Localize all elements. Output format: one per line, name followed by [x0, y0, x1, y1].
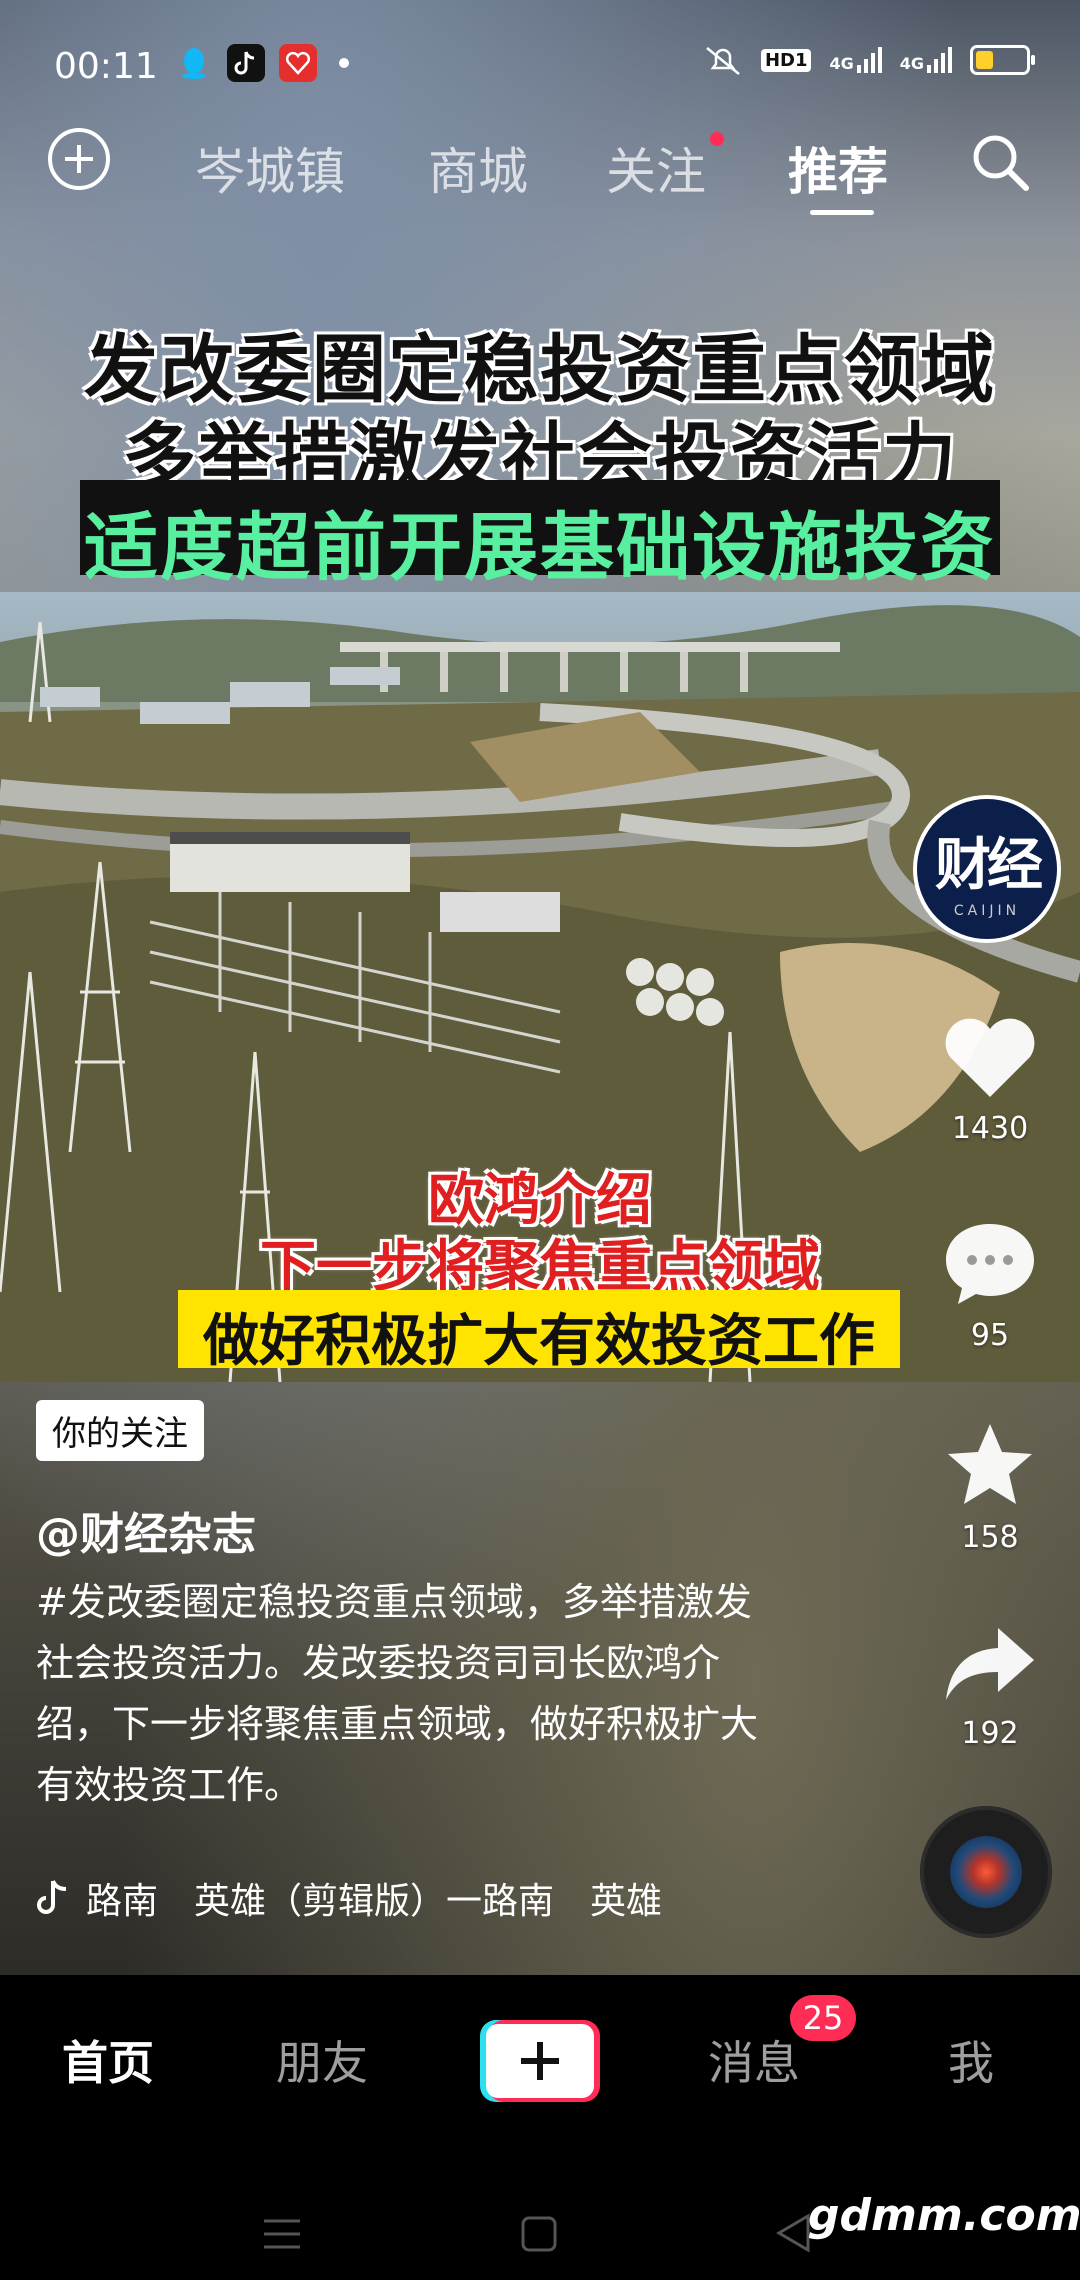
caption-line-3-box: 做好积极扩大有效投资工作 — [178, 1290, 900, 1374]
top-navigation: 岑城镇 商城 关注 推荐 — [0, 120, 1080, 230]
home-square-icon[interactable] — [520, 2215, 558, 2253]
author-name[interactable]: @财经杂志 — [36, 1498, 256, 1562]
nav-friends[interactable]: 朋友 — [276, 2027, 368, 2093]
music-title: 路南 英雄（剪辑版）一路南 英雄 — [86, 1881, 663, 1922]
caption-line-3: 做好积极扩大有效投资工作 — [203, 1309, 875, 1374]
signal-2-icon: 4G — [900, 47, 952, 73]
favorite-button[interactable]: 158 — [930, 1420, 1050, 1555]
follow-tag: 你的关注 — [36, 1400, 204, 1461]
status-bar: 00:11 HD1 4G 4G — [0, 0, 1080, 130]
tab-recommended[interactable]: 推荐 — [788, 132, 888, 204]
like-button[interactable]: 1430 — [930, 1015, 1050, 1146]
music-note-icon — [37, 1880, 67, 1914]
heart-icon — [945, 1018, 1035, 1097]
star-icon — [948, 1424, 1032, 1504]
status-time: 00:11 — [54, 46, 158, 87]
battery-level — [976, 51, 993, 69]
nav-messages[interactable]: 消息 — [708, 2027, 800, 2093]
share-button[interactable]: 192 — [930, 1620, 1050, 1751]
favorite-count: 158 — [961, 1520, 1019, 1555]
search-icon[interactable] — [968, 130, 1032, 194]
tab-mall[interactable]: 商城 — [428, 132, 528, 204]
hd-badge: HD1 — [760, 48, 812, 72]
share-count: 192 — [961, 1716, 1019, 1751]
tab-cencheng[interactable]: 岑城镇 — [195, 132, 345, 204]
active-tab-indicator — [810, 210, 874, 215]
menu-icon[interactable] — [262, 2217, 302, 2251]
music-info[interactable]: 路南 英雄（剪辑版）一路南 英雄 — [36, 1872, 662, 1924]
douyin-app-icon — [227, 44, 265, 82]
qq-icon — [175, 44, 213, 82]
video-headline-area: 发改委圈定稳投资重点领域 多举措激发社会投资活力 适度超前开展基础设施投资 — [0, 280, 1080, 591]
nav-home[interactable]: 首页 — [62, 2027, 154, 2093]
following-update-dot — [710, 132, 724, 146]
bottom-navigation: 首页 朋友 消息 25 我 — [0, 1975, 1080, 2125]
comment-count: 95 — [970, 1318, 1010, 1353]
signal-1-icon: 4G — [829, 47, 882, 73]
back-icon[interactable] — [775, 2213, 811, 2253]
create-button[interactable] — [480, 2020, 600, 2102]
comment-icon — [946, 1224, 1034, 1304]
system-status-icons: HD1 4G 4G — [703, 44, 1035, 76]
nav-me[interactable]: 我 — [948, 2027, 994, 2093]
messages-badge: 25 — [790, 1995, 856, 2041]
share-arrow-icon — [946, 1628, 1034, 1700]
create-plus-icon — [486, 2024, 594, 2098]
headline-line-3-box: 适度超前开展基础设施投资 — [80, 480, 1000, 591]
battery-icon — [970, 45, 1035, 75]
headline-line-3: 适度超前开展基础设施投资 — [84, 505, 996, 591]
music-disc[interactable] — [920, 1806, 1052, 1938]
tab-following[interactable]: 关注 — [606, 132, 706, 204]
comment-button[interactable]: 95 — [930, 1218, 1050, 1353]
watermark: gdmm.com — [808, 2190, 1080, 2241]
notification-icons — [175, 44, 349, 82]
add-icon[interactable] — [48, 128, 110, 190]
more-notifications-dot — [339, 58, 349, 68]
music-disc-cover — [950, 1836, 1022, 1908]
mute-icon — [706, 47, 740, 75]
like-count: 1430 — [951, 1111, 1029, 1146]
shopping-app-icon — [279, 44, 317, 82]
creator-avatar[interactable]: 财经 CAIJIN — [913, 795, 1061, 943]
avatar-logo-text: 财经 — [935, 832, 1043, 898]
avatar-logo-subtext: CAIJIN — [953, 902, 1021, 919]
video-description[interactable]: #发改委圈定稳投资重点领域，多举措激发社会投资活力。发改委投资司司长欧鸿介绍，下… — [36, 1572, 776, 1816]
